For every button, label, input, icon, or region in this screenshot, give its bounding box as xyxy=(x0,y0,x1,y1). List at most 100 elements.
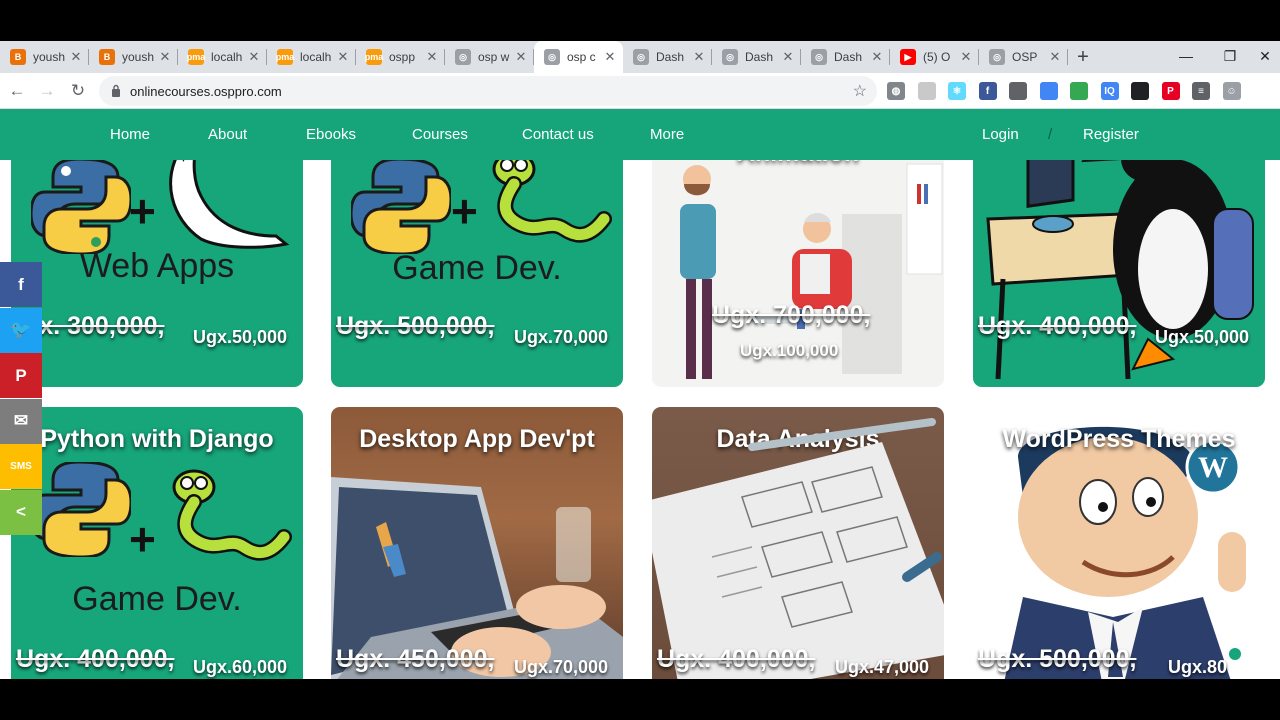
tab-close-icon[interactable]: ✕ xyxy=(692,49,706,65)
ext-icon[interactable] xyxy=(1131,82,1149,100)
url-text: onlinecourses.osppro.com xyxy=(130,84,282,99)
nav-ebooks[interactable]: Ebooks xyxy=(306,126,356,143)
pinterest-icon[interactable]: P xyxy=(1161,82,1180,100)
youtube-icon: ▶ xyxy=(900,49,916,65)
nav-separator: / xyxy=(1048,126,1053,143)
react-icon[interactable]: ⚛ xyxy=(948,82,966,100)
tab-close-icon[interactable]: ✕ xyxy=(603,49,617,65)
course-card[interactable]: + Game Dev. Ugx. 500,000, Ugx.70,000 xyxy=(331,129,623,387)
sms-icon[interactable]: SMS xyxy=(0,444,42,489)
ext-icon[interactable] xyxy=(1039,82,1058,100)
tab-close-icon[interactable]: ✕ xyxy=(336,49,350,65)
iq-icon[interactable]: IQ xyxy=(1100,82,1119,100)
site-icon: ◎ xyxy=(811,49,827,65)
tab-title: OSP xyxy=(1012,50,1038,64)
browser-tab[interactable]: ◎ OSP ✕ xyxy=(979,41,1068,73)
old-price: Ugx. 400,000, xyxy=(657,645,816,673)
card-title: Python with Django xyxy=(40,425,274,453)
address-bar[interactable]: onlinecourses.osppro.com ☆ xyxy=(99,76,877,106)
menu-icon[interactable]: ≡ xyxy=(1192,82,1210,100)
browser-tab[interactable]: pma localh ✕ xyxy=(178,41,267,73)
nav-about[interactable]: About xyxy=(208,126,247,143)
nav-home[interactable]: Home xyxy=(110,126,150,143)
course-card[interactable]: W WordPress Themes Ugx. 500,000, Ugx.80 xyxy=(973,407,1265,679)
browser-tab[interactable]: pma localh ✕ xyxy=(267,41,356,73)
tab-close-icon[interactable]: ✕ xyxy=(959,49,973,65)
email-icon[interactable]: ✉ xyxy=(0,398,42,444)
tab-close-icon[interactable]: ✕ xyxy=(870,49,884,65)
bookmark-star-icon[interactable]: ☆ xyxy=(853,81,867,101)
minimize-icon[interactable]: — xyxy=(1163,41,1209,71)
nav-contact[interactable]: Contact us xyxy=(522,126,594,143)
nav-courses[interactable]: Courses xyxy=(412,126,468,143)
card-title: Desktop App Dev'pt xyxy=(359,425,595,453)
close-window-icon[interactable]: ✕ xyxy=(1250,41,1280,71)
tab-close-icon[interactable]: ✕ xyxy=(1048,49,1062,65)
ext-icon[interactable] xyxy=(1070,82,1088,100)
browser-tab[interactable]: ◎ osp w ✕ xyxy=(445,41,534,73)
course-card[interactable]: Desktop App Dev'pt Ugx. 450,000, Ugx.70,… xyxy=(331,407,623,679)
browser-tab[interactable]: pma ospp ✕ xyxy=(356,41,445,73)
site-icon: ◎ xyxy=(544,49,560,65)
new-price: Ugx.70,000 xyxy=(514,327,609,347)
globe-icon[interactable]: ◍ xyxy=(887,82,905,100)
maximize-icon[interactable]: ❐ xyxy=(1207,41,1253,71)
nav-more[interactable]: More xyxy=(650,126,684,143)
new-price: Ugx.50,000 xyxy=(1155,327,1250,347)
profile-icon[interactable]: ☺ xyxy=(1222,82,1241,100)
tab-close-icon[interactable]: ✕ xyxy=(781,49,795,65)
forward-icon[interactable]: → xyxy=(35,79,59,103)
tab-close-icon[interactable]: ✕ xyxy=(247,49,261,65)
browser-tab[interactable]: ▶ (5) O ✕ xyxy=(890,41,979,73)
tab-title: localh xyxy=(211,50,243,64)
new-price: Ugx.50,000 xyxy=(193,327,288,347)
browser-tab[interactable]: ◎ Dash ✕ xyxy=(712,41,801,73)
twitter-icon[interactable]: 🐦 xyxy=(0,307,42,353)
new-tab-button[interactable]: + xyxy=(1068,41,1098,73)
login-link[interactable]: Login xyxy=(982,126,1019,143)
blogger-icon: B xyxy=(99,49,115,65)
tab-title: osp c xyxy=(567,50,596,64)
course-card[interactable]: Data Analysis Ugx. 400,000, Ugx.47,000 xyxy=(652,407,944,679)
browser-tab[interactable]: Byoush ✕ xyxy=(0,41,89,73)
browser-tab[interactable]: ◎ osp c ✕ xyxy=(534,41,623,73)
blogger-icon: B xyxy=(10,49,26,65)
wireframe-sketch-photo xyxy=(652,418,944,679)
old-price: Ugx. 500,000, xyxy=(978,645,1137,673)
tab-close-icon[interactable]: ✕ xyxy=(158,49,172,65)
python-logo-icon xyxy=(351,159,451,254)
site-icon: ◎ xyxy=(989,49,1005,65)
course-card[interactable]: + Web Apps Ugx. 300,000, Ugx.50,000 xyxy=(11,129,303,387)
course-card[interactable]: Python with Django + Game Dev. Ugx. 400,… xyxy=(11,407,303,679)
tab-title: (5) O xyxy=(923,50,951,64)
facebook-icon[interactable]: f xyxy=(0,262,42,307)
browser-tab[interactable]: ◎ Dash ✕ xyxy=(801,41,890,73)
phpmyadmin-icon: pma xyxy=(187,49,205,65)
tab-close-icon[interactable]: ✕ xyxy=(425,49,439,65)
tab-title: localh xyxy=(300,50,332,64)
facebook-icon[interactable]: f xyxy=(978,82,997,100)
tab-title: Dash xyxy=(656,50,685,64)
ext-icon[interactable] xyxy=(1009,82,1027,100)
back-icon[interactable]: ← xyxy=(5,79,29,103)
tab-close-icon[interactable]: ✕ xyxy=(69,49,83,65)
course-card[interactable]: Ugx. 400,000, Ugx.50,000 xyxy=(973,129,1265,387)
tab-title: Dash xyxy=(834,50,863,64)
tabs: Byoush ✕ Byoush ✕ pma localh ✕ pma localh ✕ pma osp… xyxy=(0,41,1068,73)
site-icon: ◎ xyxy=(633,49,649,65)
web-page: Home About Ebooks Courses Contact us Mor… xyxy=(0,109,1280,679)
register-link[interactable]: Register xyxy=(1083,126,1139,143)
chat-bubble-icon[interactable] xyxy=(1229,648,1241,660)
course-card[interactable]: Animation Ugx. 700,000, Ugx.100,000 xyxy=(652,129,944,387)
reload-icon[interactable]: ↻ xyxy=(66,79,90,103)
browser-tab[interactable]: ◎ Dash ✕ xyxy=(623,41,712,73)
ext-icon[interactable] xyxy=(917,82,936,100)
svg-text:W: W xyxy=(1198,451,1228,484)
browser-tab[interactable]: Byoush ✕ xyxy=(89,41,178,73)
old-price: Ugx. 400,000, xyxy=(978,312,1137,340)
share-icon[interactable]: < xyxy=(0,489,42,535)
new-price: Ugx.100,000 xyxy=(740,341,839,360)
tab-close-icon[interactable]: ✕ xyxy=(514,49,528,65)
site-navbar: Home About Ebooks Courses Contact us Mor… xyxy=(0,109,1280,160)
pinterest-icon[interactable]: P xyxy=(0,353,42,398)
